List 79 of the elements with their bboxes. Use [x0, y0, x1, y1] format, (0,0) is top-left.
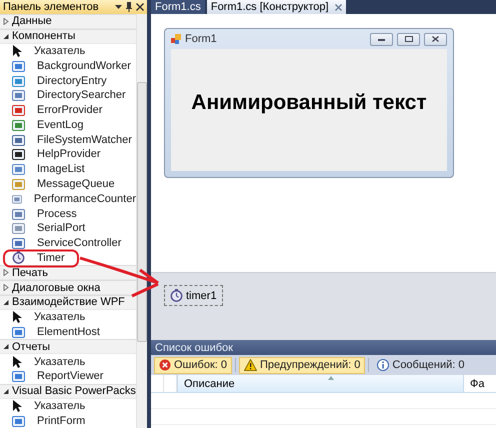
- toolbox-item[interactable]: ElementHost: [0, 324, 136, 340]
- scrollbar-thumb[interactable]: [137, 82, 147, 342]
- collapsed-triangle-icon: [3, 18, 9, 25]
- pointer-icon: [12, 311, 22, 324]
- column-header[interactable]: Описание: [177, 375, 463, 392]
- panel-title: Список ошибок: [151, 340, 496, 355]
- toolbox-item[interactable]: Указатель: [0, 398, 136, 414]
- component-icon: [12, 237, 25, 250]
- toolbox-item[interactable]: Process: [0, 206, 136, 221]
- group-header[interactable]: Диалоговые окна: [0, 280, 136, 295]
- pointer-icon: [12, 400, 22, 412]
- toolbox-item[interactable]: Указатель: [0, 354, 136, 369]
- toolbox-item[interactable]: Timer: [0, 250, 136, 266]
- expanded-triangle-icon: [3, 388, 9, 395]
- component-icon: [12, 134, 25, 146]
- minimize-button[interactable]: [370, 32, 393, 46]
- toolbox-item[interactable]: Указатель: [0, 44, 136, 58]
- warning-icon: [244, 359, 257, 371]
- dropdown-icon[interactable]: [115, 5, 122, 9]
- toolbox-item[interactable]: PrintForm: [0, 413, 136, 428]
- toolbox-item[interactable]: ErrorProvider: [0, 102, 136, 118]
- expanded-triangle-icon: [3, 298, 9, 306]
- component-icon: [12, 192, 22, 205]
- toolbox-item[interactable]: DirectorySearcher: [0, 88, 136, 103]
- minimize-icon: [378, 38, 385, 40]
- expanded-triangle-icon: [3, 343, 9, 350]
- filter-button[interactable]: Ошибок: 0: [154, 356, 232, 374]
- form-icon: [171, 34, 181, 44]
- toolbox-item[interactable]: MessageQueue: [0, 176, 136, 192]
- toolbox-item[interactable]: FileSystemWatcher: [0, 132, 136, 148]
- error-icon: [159, 359, 171, 371]
- stopwatch-icon: [12, 251, 25, 264]
- stopwatch-icon: [170, 289, 183, 302]
- component-icon: [12, 104, 25, 116]
- info-icon: [377, 359, 390, 371]
- filter-button[interactable]: Предупреждений: 0: [239, 356, 366, 374]
- toolbox-item[interactable]: PerformanceCounter: [0, 191, 136, 206]
- component-icon: [12, 222, 25, 234]
- group-header[interactable]: Visual Basic PowerPacks: [0, 384, 136, 399]
- toolbox-item[interactable]: DirectoryEntry: [0, 73, 136, 88]
- maximize-button[interactable]: [397, 32, 420, 46]
- component-icon: [12, 326, 25, 338]
- group-header[interactable]: Данные: [0, 14, 136, 29]
- pin-icon[interactable]: [126, 2, 132, 12]
- toolbox-item[interactable]: ReportViewer: [0, 368, 136, 384]
- toolbox-item[interactable]: ImageList: [0, 162, 136, 177]
- form-label: Анимированный текст: [191, 91, 427, 115]
- group-header[interactable]: Взаимодействие WPF: [0, 294, 136, 310]
- component-icon: [12, 208, 25, 220]
- toolbox-item[interactable]: ServiceController: [0, 236, 136, 251]
- component-icon: [12, 370, 25, 382]
- toolbox-item[interactable]: EventLog: [0, 118, 136, 132]
- toolbox-item[interactable]: Указатель: [0, 310, 136, 325]
- component-icon: [12, 163, 25, 176]
- tray-component[interactable]: timer1: [164, 285, 223, 306]
- pointer-icon: [12, 356, 22, 368]
- close-button[interactable]: [424, 32, 447, 46]
- toolbox-item[interactable]: BackgroundWorker: [0, 58, 136, 74]
- close-icon: [432, 36, 439, 42]
- window-title: Form1: [185, 33, 218, 45]
- component-icon: [12, 89, 25, 102]
- document-tab[interactable]: Form1.cs: [151, 0, 205, 14]
- toolbox-item[interactable]: SerialPort: [0, 221, 136, 236]
- toolbox-item[interactable]: HelpProvider: [0, 147, 136, 162]
- close-icon[interactable]: [136, 3, 144, 11]
- pointer-icon: [12, 45, 22, 58]
- group-header[interactable]: Отчеты: [0, 339, 136, 354]
- maximize-icon: [404, 36, 412, 42]
- component-icon: [12, 178, 25, 190]
- filter-button[interactable]: Сообщений: 0: [372, 356, 470, 374]
- document-tab[interactable]: Form1.cs [Конструктор]: [206, 0, 346, 14]
- component-icon: [12, 148, 25, 160]
- expanded-triangle-icon: [3, 32, 9, 40]
- group-header[interactable]: Компоненты: [0, 28, 136, 44]
- component-icon: [12, 414, 25, 427]
- component-icon: [12, 60, 25, 72]
- component-icon: [12, 74, 25, 87]
- component-icon: [12, 118, 25, 131]
- panel-title: Панель элементов: [3, 1, 100, 13]
